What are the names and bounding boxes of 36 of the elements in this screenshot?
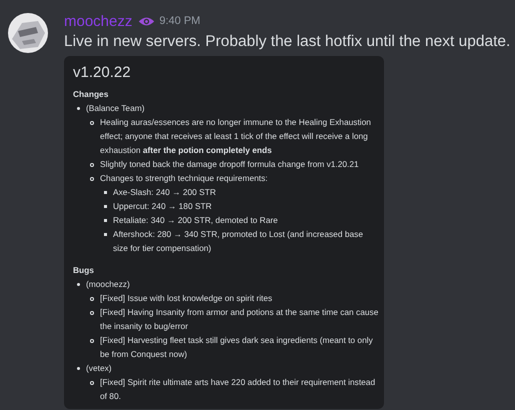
message-text: Live in new servers. Probably the last hotfix until the next update.	[64, 33, 510, 51]
bullet-icon	[77, 367, 80, 370]
bullet-icon	[90, 339, 94, 343]
bullet-icon	[104, 219, 107, 222]
section-heading: Changes	[73, 88, 110, 101]
bullet-icon	[90, 121, 94, 125]
timestamp: 9:40 PM	[159, 15, 200, 27]
author-name[interactable]: moochezz	[64, 12, 132, 30]
list-item: (vetex)	[86, 362, 112, 375]
list-item: Aftershock: 280 → 340 STR, promoted to Lost (and increased base size for tier compensation)	[113, 228, 364, 255]
list-item: (Balance Team)	[86, 102, 144, 115]
list-item: [Fixed] Issue with lost knowledge on spirit rites	[100, 292, 272, 305]
bullet-icon	[104, 205, 107, 208]
avatar[interactable]	[8, 13, 48, 53]
list-item: Healing auras/essences are no longer immune to the Healing Exhaustion effect; anyone that receives at least 1 tick of the effect will receive a long exhaustion after the potion completely ends	[100, 116, 372, 157]
bullet-icon	[90, 381, 94, 385]
embed-title: v1.20.22	[73, 64, 132, 81]
list-item: [Fixed] Harvesting fleet task still gives dark sea ingredients (meant to only be from Conquest now)	[100, 334, 374, 361]
list-item: Retaliate: 340 → 200 STR, demoted to Rare	[113, 214, 278, 227]
list-item: Axe-Slash: 240 → 200 STR	[113, 186, 216, 199]
bullet-icon	[104, 191, 107, 194]
bullet-icon	[90, 163, 94, 167]
bullet-icon	[104, 233, 107, 236]
list-item: (moochezz)	[86, 278, 130, 291]
eye-icon	[138, 16, 156, 26]
list-item: Changes to strength technique requirements:	[100, 172, 268, 185]
bullet-icon	[90, 297, 94, 301]
list-item: Slightly toned back the damage dropoff formula change from v1.20.21	[100, 158, 359, 171]
list-item: Uppercut: 240 → 180 STR	[113, 200, 212, 213]
list-item: [Fixed] Spirit rite ultimate arts have 220 added to their requirement instead of 80.	[100, 376, 376, 403]
list-item: [Fixed] Having Insanity from armor and potions at the same time can cause the insanity to bug/error	[100, 306, 380, 333]
bullet-icon	[77, 107, 80, 110]
bullet-icon	[90, 177, 94, 181]
bullet-icon	[90, 311, 94, 315]
bullet-icon	[77, 283, 80, 286]
section-heading: Bugs	[73, 264, 95, 277]
